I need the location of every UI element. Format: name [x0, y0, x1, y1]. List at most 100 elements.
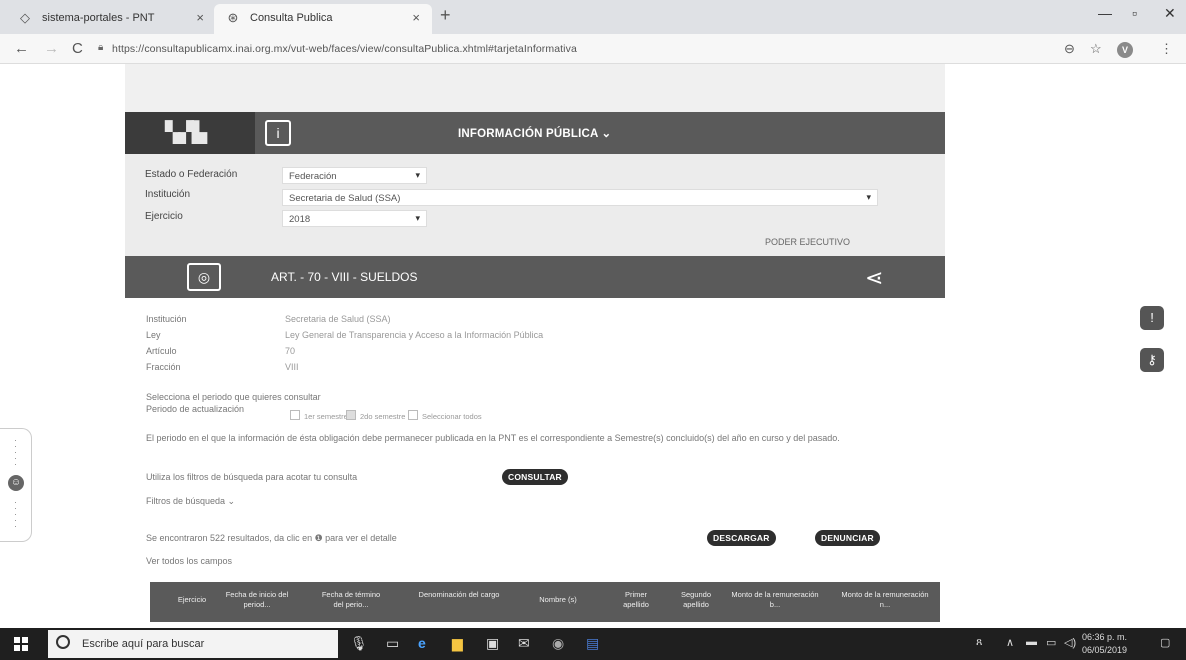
filtros-toggle[interactable]: Filtros de búsqueda ⌄: [146, 496, 235, 507]
menu-kebab-icon[interactable]: ⋮: [1160, 41, 1173, 57]
checkbox-1er-semestre[interactable]: [290, 410, 300, 420]
th-fecha-termino[interactable]: Fecha de término del perio...: [316, 590, 386, 610]
edge-icon[interactable]: e: [418, 635, 426, 651]
clock-time: 06:36 p. m.: [1082, 632, 1128, 642]
forward-icon[interactable]: →: [44, 40, 59, 57]
accessibility-icon: ☺: [8, 475, 24, 491]
task-view-icon[interactable]: ▭: [386, 635, 399, 652]
word-icon[interactable]: ▤: [586, 635, 599, 652]
th-segundo-apellido[interactable]: Segundo apellido: [674, 590, 718, 610]
clock-date: 06/05/2019: [1082, 645, 1128, 655]
store-icon[interactable]: ▣: [486, 635, 499, 652]
logo[interactable]: ▚▞▙: [125, 112, 255, 154]
detail-fraccion-value: VIII: [285, 362, 299, 372]
results-count: Se encontraron 522 resultados, da clic e…: [146, 533, 397, 543]
estado-select[interactable]: Federación ▾: [282, 167, 427, 184]
th-primer-apellido[interactable]: Primer apellido: [616, 590, 656, 610]
checkbox-2do-semestre[interactable]: [346, 410, 356, 420]
reload-icon[interactable]: C: [72, 40, 83, 57]
institucion-select[interactable]: Secretaria de Salud (SSA) ▾: [282, 189, 878, 206]
chrome-icon[interactable]: ◉: [552, 635, 564, 652]
article-bar: ◎ ART. - 70 - VIII - SUELDOS ⋖: [125, 256, 945, 298]
bookmark-star-icon[interactable]: ☆: [1090, 41, 1102, 57]
checkbox-seleccionar-todos[interactable]: [408, 410, 418, 420]
network-icon[interactable]: ▭: [1046, 636, 1056, 649]
share-icon[interactable]: ⋖: [865, 265, 883, 291]
maximize-icon[interactable]: ▫: [1132, 5, 1137, 21]
th-monto-neto[interactable]: Monto de la remuneración n...: [840, 590, 930, 610]
back-icon[interactable]: ←: [14, 40, 29, 57]
detail-ley-label: Ley: [146, 330, 161, 340]
detail-ley-value: Ley General de Transparencia y Acceso a …: [285, 330, 544, 340]
dropdown-arrow-icon: ▾: [415, 213, 420, 223]
detail-fraccion-label: Fracción: [146, 362, 181, 372]
volume-icon[interactable]: ◁): [1064, 636, 1076, 649]
battery-icon[interactable]: ▬: [1026, 636, 1037, 648]
minimize-icon[interactable]: —: [1098, 5, 1112, 21]
chevron-up-icon[interactable]: ∧: [1006, 636, 1014, 649]
descargar-button[interactable]: DESCARGAR: [707, 530, 776, 546]
url-field[interactable]: https://consultapublicamx.inai.org.mx/vu…: [112, 43, 577, 55]
microphone-icon[interactable]: 🎙︎: [350, 635, 368, 652]
dots-icon: · · · · ·: [14, 497, 17, 531]
period-note: El periodo en el que la información de é…: [146, 433, 840, 443]
th-ejercicio[interactable]: Ejercicio: [172, 595, 212, 605]
institucion-label: Institución: [145, 189, 191, 200]
windows-taskbar: Escribe aquí para buscar 🎙︎ ▭ e ▆ ▣ ✉ ◉ …: [0, 628, 1186, 660]
page-banner: [125, 64, 945, 112]
estado-label: Estado o Federación: [145, 169, 238, 180]
close-window-icon[interactable]: ✕: [1164, 5, 1176, 22]
ejercicio-label: Ejercicio: [145, 211, 183, 222]
people-icon[interactable]: ጸ: [976, 636, 982, 649]
lock-icon: 🔒︎: [98, 42, 104, 53]
denunciar-button[interactable]: DENUNCIAR: [815, 530, 880, 546]
th-nombre[interactable]: Nombre (s): [530, 595, 586, 605]
taskbar-search[interactable]: Escribe aquí para buscar: [48, 630, 338, 658]
detail-articulo-label: Artículo: [146, 346, 177, 356]
new-tab-icon[interactable]: +: [440, 5, 451, 26]
mail-icon[interactable]: ✉: [518, 635, 530, 652]
consultar-button[interactable]: CONSULTAR: [502, 469, 568, 485]
money-icon: ◎: [187, 263, 221, 291]
profile-avatar[interactable]: V: [1117, 42, 1133, 58]
dropdown-arrow-icon: ▾: [415, 170, 420, 180]
poder-label: PODER EJECUTIVO: [765, 237, 851, 247]
tab-title: Consulta Publica: [250, 12, 333, 24]
th-fecha-inicio[interactable]: Fecha de inicio del period...: [224, 590, 290, 610]
article-title: ART. - 70 - VIII - SUELDOS: [271, 270, 418, 284]
accessibility-side-tab[interactable]: · · · · · ☺ · · · · ·: [0, 428, 32, 542]
cortana-circle-icon: [56, 635, 70, 649]
top-nav-bar: ▚▞▙ i INFORMACIÓN PÚBLICA ⌄: [125, 112, 945, 154]
ver-todos-link[interactable]: Ver todos los campos: [146, 556, 232, 566]
checkbox-seleccionar-todos-label: Seleccionar todos: [422, 412, 482, 421]
tab-title: sistema-portales - PNT: [42, 12, 155, 24]
dropdown-arrow-icon: ▾: [866, 192, 871, 202]
th-denominacion[interactable]: Denominación del cargo: [418, 590, 500, 600]
tab-sistema-portales[interactable]: ◇ sistema-portales - PNT ×: [6, 4, 216, 34]
alert-icon[interactable]: !: [1140, 306, 1164, 330]
taskbar-clock[interactable]: 06:36 p. m. 06/05/2019: [1082, 631, 1127, 657]
login-icon[interactable]: i: [265, 120, 291, 146]
accessibility-key-icon[interactable]: ⚷: [1140, 348, 1164, 372]
search-form: Estado o Federación Federación ▾ Institu…: [125, 154, 945, 256]
close-tab-icon[interactable]: ×: [412, 10, 420, 25]
diamond-icon: ◇: [20, 10, 30, 25]
taskbar-search-placeholder: Escribe aquí para buscar: [82, 638, 205, 650]
close-tab-icon[interactable]: ×: [196, 10, 204, 25]
notifications-icon[interactable]: ▢: [1160, 636, 1170, 649]
windows-start-icon[interactable]: [14, 637, 28, 651]
results-table-header: Ejercicio Fecha de inicio del period... …: [150, 582, 940, 622]
file-explorer-icon[interactable]: ▆: [452, 635, 463, 652]
checkbox-1er-semestre-label: 1er semestre: [304, 412, 348, 421]
zoom-icon[interactable]: ⊖: [1064, 41, 1075, 57]
ejercicio-select[interactable]: 2018 ▾: [282, 210, 427, 227]
filters-hint: Utiliza los filtros de búsqueda para aco…: [146, 472, 358, 482]
eagle-logo-icon: ▚▞▙: [165, 122, 207, 144]
detail-institucion-value: Secretaria de Salud (SSA): [285, 314, 391, 324]
address-bar: ← → C 🔒︎ https://consultapublicamx.inai.…: [0, 34, 1186, 64]
th-monto-bruto[interactable]: Monto de la remuneración b...: [730, 590, 820, 610]
tab-consulta-publica[interactable]: ⊛ Consulta Publica ×: [214, 4, 432, 34]
detail-articulo-value: 70: [285, 346, 296, 356]
info-publica-menu[interactable]: INFORMACIÓN PÚBLICA ⌄: [458, 126, 611, 140]
checkbox-2do-semestre-label: 2do semestre: [360, 412, 406, 421]
